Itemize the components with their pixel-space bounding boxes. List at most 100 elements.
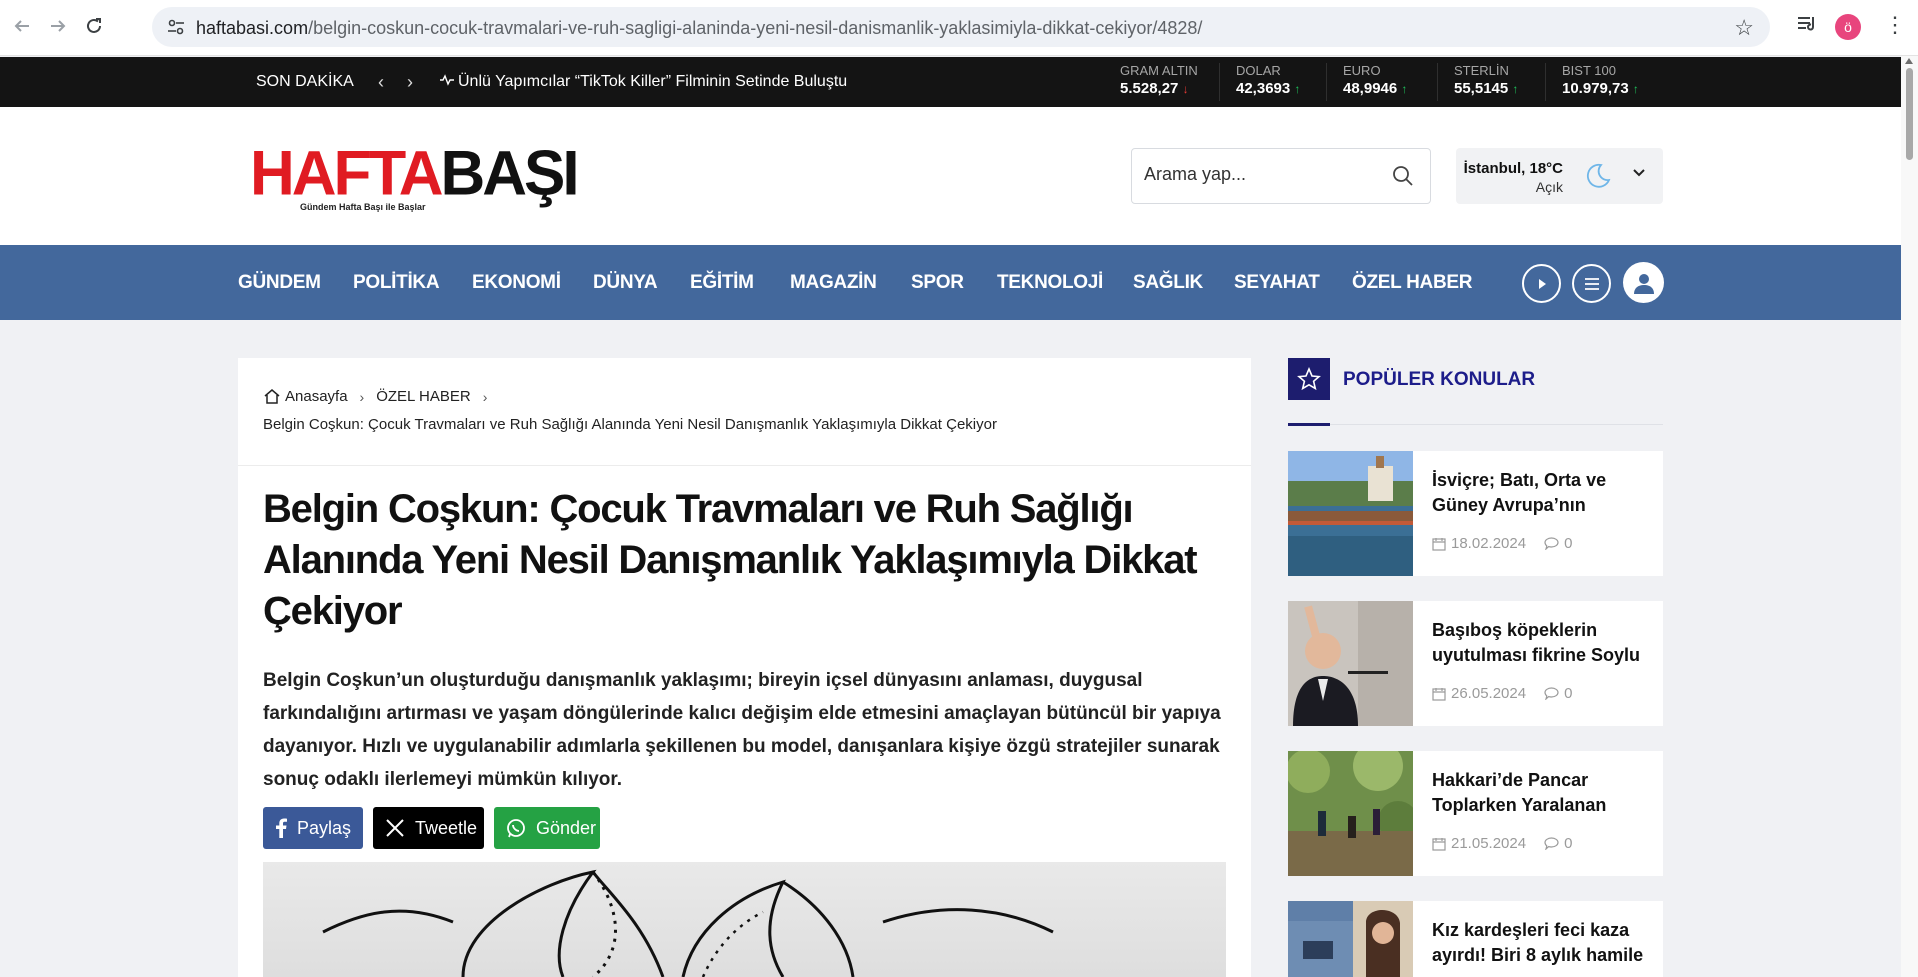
divider [238,465,1251,466]
calendar-icon [1432,837,1446,851]
popular-item-title[interactable]: İsviçre; Batı, Orta ve Güney Avrupa’nın [1432,468,1647,518]
popular-item-meta: 18.02.2024 0 [1432,535,1572,552]
category-nav: GÜNDEM POLİTİKA EKONOMİ DÜNYA EĞİTİM MAG… [0,245,1901,320]
weather-city: İstanbul, 18°C [1463,160,1563,177]
nav-politika[interactable]: POLİTİKA [353,272,440,294]
play-button[interactable] [1522,264,1561,303]
facebook-icon [276,818,287,838]
popular-item-title[interactable]: Kız kardeşleri feci kaza ayırdı! Biri 8 … [1432,918,1647,968]
popular-item-meta: 21.05.2024 0 [1432,835,1572,852]
search-box[interactable] [1131,148,1431,204]
back-icon[interactable] [8,12,36,40]
popular-item-title[interactable]: Başıboş köpeklerin uyutulması fikrine So… [1432,618,1647,668]
x-icon [386,819,404,837]
reload-icon[interactable] [80,12,108,40]
user-account-button[interactable] [1623,262,1664,303]
thumbnail-image[interactable] [1288,751,1413,876]
scroll-up-icon[interactable] [1905,58,1913,64]
breadcrumb-home[interactable]: Anasayfa [285,388,348,405]
nav-egitim[interactable]: EĞİTİM [690,272,754,294]
popular-item[interactable]: Kız kardeşleri feci kaza ayırdı! Biri 8 … [1288,901,1663,977]
market-euro[interactable]: EURO 48,9946 ↑ [1326,63,1407,101]
whatsapp-icon [507,819,525,838]
forward-icon[interactable] [44,12,72,40]
breadcrumb: Anasayfa › ÖZEL HABER › [263,388,499,405]
browser-toolbar: haftabasi.com/belgin-coskun-cocuk-travma… [0,0,1918,56]
breaking-news-bar: SON DAKİKA ‹ › Ünlü Yapımcılar “TikTok K… [0,57,1901,107]
chevron-right-icon: › [482,388,488,405]
share-whatsapp-button[interactable]: Gönder [494,807,600,849]
article-summary: Belgin Coşkun’un oluşturduğu danışmanlık… [263,670,1221,790]
comment-icon [1544,537,1559,550]
trend-up-icon: ↑ [1632,82,1639,96]
popular-item[interactable]: İsviçre; Batı, Orta ve Güney Avrupa’nın … [1288,451,1663,576]
chevron-down-icon[interactable] [1632,168,1646,178]
popular-item[interactable]: Hakkari’de Pancar Toplarken Yaralanan 21… [1288,751,1663,876]
article-card: Anasayfa › ÖZEL HABER › Belgin Coşkun: Ç… [238,358,1251,977]
nav-ozel-haber[interactable]: ÖZEL HABER [1352,272,1472,294]
article-headline: Belgin Coşkun: Çocuk Travmaları ve Ruh S… [263,487,1198,633]
thumbnail-image[interactable] [1288,901,1413,977]
comment-icon [1544,687,1559,700]
star-icon [1288,358,1330,400]
weather-widget[interactable]: İstanbul, 18°C Açık [1456,148,1663,204]
lotus-illustration [322,869,1054,977]
breadcrumb-category[interactable]: ÖZEL HABER [376,388,470,405]
share-x-button[interactable]: Tweetle [373,807,484,849]
nav-seyahat[interactable]: SEYAHAT [1234,272,1320,294]
browser-menu-icon[interactable]: ⋮ [1884,12,1906,38]
logo-tagline: Gündem Hafta Başı ile Başlar [300,202,426,212]
breadcrumb-current: Belgin Coşkun: Çocuk Travmaları ve Ruh S… [263,416,997,433]
market-bist-100[interactable]: BIST 100 10.979,73 ↑ [1545,63,1639,101]
trend-up-icon: ↑ [1512,82,1519,96]
nav-gundem[interactable]: GÜNDEM [238,272,321,294]
user-icon [1633,273,1654,294]
ticker-prev-icon[interactable]: ‹ [378,72,384,93]
thumbnail-image[interactable] [1288,601,1413,726]
divider-accent [1288,423,1330,426]
site-logo[interactable]: HAFTABAŞI Gündem Hafta Başı ile Başlar [250,141,580,212]
hamburger-icon [1584,277,1599,290]
article-hero-image [263,862,1226,977]
thumbnail-image[interactable] [1288,451,1413,576]
nav-magazin[interactable]: MAGAZİN [790,272,877,294]
market-gram-altin[interactable]: GRAM ALTIN 5.528,27 ↓ [1104,63,1198,101]
share-facebook-button[interactable]: Paylaş [263,807,363,849]
scroll-thumb[interactable] [1906,68,1913,160]
play-icon [1538,278,1546,289]
popular-item-meta: 26.05.2024 0 [1432,685,1572,702]
nav-teknoloji[interactable]: TEKNOLOJİ [997,272,1103,294]
search-input[interactable] [1144,164,1374,185]
trend-down-icon: ↓ [1182,82,1189,96]
bookmark-star-icon[interactable]: ☆ [1734,15,1754,41]
moon-icon [1586,163,1611,188]
nav-dunya[interactable]: DÜNYA [593,272,658,294]
pulse-icon [440,74,454,86]
search-icon[interactable] [1392,165,1414,187]
site-header: HAFTABAŞI Gündem Hafta Başı ile Başlar İ… [0,107,1901,245]
popular-topics-header: POPÜLER KONULAR [1288,358,1663,426]
ticker-next-icon[interactable]: › [407,72,413,93]
home-icon [264,389,280,404]
popular-item[interactable]: Başıboş köpeklerin uyutulması fikrine So… [1288,601,1663,726]
trend-up-icon: ↑ [1401,82,1408,96]
breaking-news-link[interactable]: Ünlü Yapımcılar “TikTok Killer” Filminin… [440,73,847,91]
market-dolar[interactable]: DOLAR 42,3693 ↑ [1219,63,1300,101]
menu-button[interactable] [1572,264,1611,303]
page-scrollbar[interactable] [1901,56,1918,977]
divider [1288,424,1663,425]
address-bar[interactable]: haftabasi.com/belgin-coskun-cocuk-travma… [152,7,1770,47]
nav-saglik[interactable]: SAĞLIK [1133,272,1203,294]
market-sterlin[interactable]: STERLİN 55,5145 ↑ [1437,63,1518,101]
weather-condition: Açık [1535,179,1563,195]
chevron-right-icon: › [359,388,365,405]
breaking-news-label: SON DAKİKA [256,73,354,90]
nav-ekonomi[interactable]: EKONOMİ [472,272,561,294]
profile-avatar[interactable]: ö [1835,14,1861,40]
calendar-icon [1432,537,1446,551]
popular-item-title[interactable]: Hakkari’de Pancar Toplarken Yaralanan [1432,768,1647,818]
reading-list-icon[interactable] [1796,14,1818,39]
site-settings-icon[interactable] [166,17,186,37]
nav-spor[interactable]: SPOR [911,272,964,294]
calendar-icon [1432,687,1446,701]
